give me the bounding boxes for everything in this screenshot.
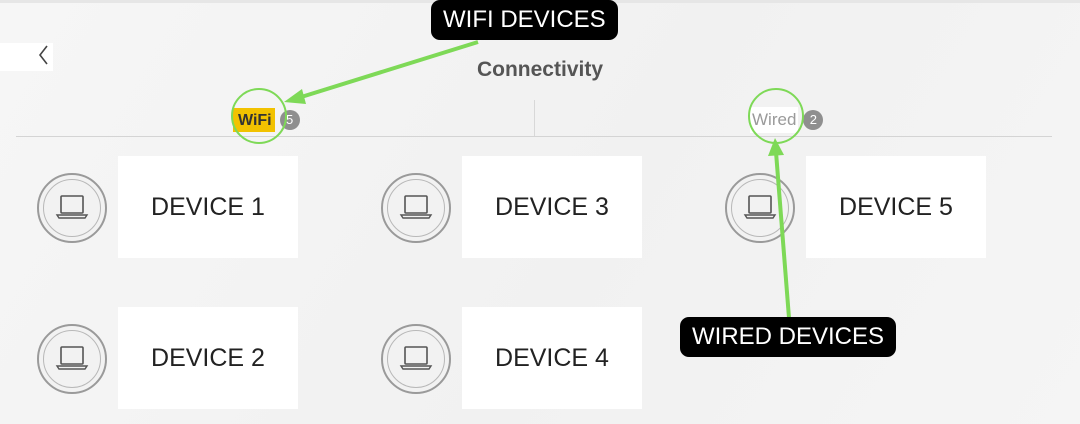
laptop-icon [399,346,433,370]
device-card[interactable]: DEVICE 1 [118,156,298,258]
tab-wired[interactable]: Wired 2 [750,105,824,135]
wifi-devices-callout: WIFI DEVICES [431,0,618,40]
page-title: Connectivity [476,58,604,81]
device-item-1[interactable]: DEVICE 1 [37,156,299,258]
laptop-icon [743,195,777,219]
wired-count-badge: 2 [803,110,824,130]
laptop-icon [55,195,89,219]
device-item-3[interactable]: DEVICE 3 [381,156,643,258]
wifi-count-badge: 5 [279,110,300,130]
device-card[interactable]: DEVICE 2 [118,307,298,409]
tab-wired-label: Wired [750,107,799,133]
chevron-left-icon[interactable] [32,40,54,70]
device-card[interactable]: DEVICE 4 [462,307,642,409]
device-icon-circle [37,324,107,394]
wired-devices-callout: WIRED DEVICES [680,317,897,357]
device-card[interactable]: DEVICE 3 [462,156,642,258]
tab-wifi[interactable]: WiFi 5 [233,105,300,135]
device-item-5[interactable]: DEVICE 5 [725,156,987,258]
laptop-icon [399,195,433,219]
device-item-4[interactable]: DEVICE 4 [381,307,643,409]
device-icon-circle [381,324,451,394]
tab-wifi-label: WiFi [233,108,275,132]
laptop-icon [55,346,89,370]
device-icon-circle [381,173,451,243]
device-icon-circle [37,173,107,243]
device-item-2[interactable]: DEVICE 2 [37,307,299,409]
device-card[interactable]: DEVICE 5 [806,156,986,258]
tab-bar [16,100,1052,137]
tab-divider [534,100,535,136]
device-icon-circle [725,173,795,243]
